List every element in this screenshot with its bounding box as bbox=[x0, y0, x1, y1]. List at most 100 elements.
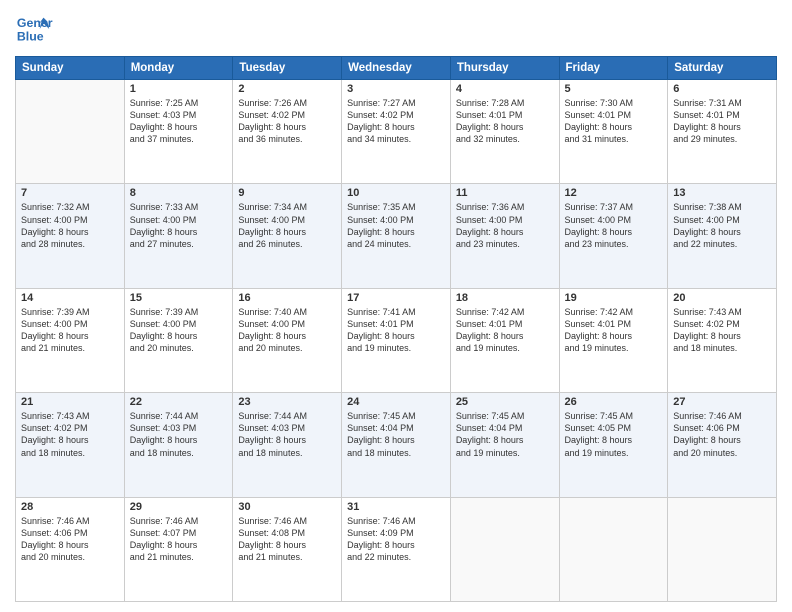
cell-info: Sunset: 4:02 PM bbox=[673, 318, 771, 330]
cell-info: Daylight: 8 hours bbox=[565, 330, 663, 342]
cell-info: Daylight: 8 hours bbox=[238, 330, 336, 342]
cell-info: and 21 minutes. bbox=[238, 551, 336, 563]
day-number: 23 bbox=[238, 396, 336, 408]
cell-info: and 19 minutes. bbox=[347, 342, 445, 354]
cell-info: Sunrise: 7:42 AM bbox=[456, 306, 554, 318]
cell-info: Sunset: 4:01 PM bbox=[565, 318, 663, 330]
cell-info: Sunset: 4:07 PM bbox=[130, 527, 228, 539]
cell-info: Daylight: 8 hours bbox=[673, 330, 771, 342]
cell-info: and 23 minutes. bbox=[456, 238, 554, 250]
cell-info: Sunset: 4:03 PM bbox=[130, 422, 228, 434]
cell-info: Sunset: 4:08 PM bbox=[238, 527, 336, 539]
cell-info: Sunrise: 7:45 AM bbox=[347, 410, 445, 422]
cell-info: Sunset: 4:02 PM bbox=[238, 109, 336, 121]
cell-info: Sunset: 4:00 PM bbox=[238, 318, 336, 330]
day-number: 14 bbox=[21, 292, 119, 304]
calendar-cell: 20Sunrise: 7:43 AMSunset: 4:02 PMDayligh… bbox=[668, 288, 777, 392]
header: General Blue bbox=[15, 10, 777, 48]
cell-info: Sunset: 4:05 PM bbox=[565, 422, 663, 434]
calendar-cell: 26Sunrise: 7:45 AMSunset: 4:05 PMDayligh… bbox=[559, 393, 668, 497]
day-number: 25 bbox=[456, 396, 554, 408]
cell-info: and 37 minutes. bbox=[130, 133, 228, 145]
cell-info: and 18 minutes. bbox=[673, 342, 771, 354]
day-number: 1 bbox=[130, 83, 228, 95]
cell-info: Sunrise: 7:33 AM bbox=[130, 201, 228, 213]
cell-info: Sunrise: 7:46 AM bbox=[238, 515, 336, 527]
calendar-cell: 31Sunrise: 7:46 AMSunset: 4:09 PMDayligh… bbox=[342, 497, 451, 601]
cell-info: Sunrise: 7:40 AM bbox=[238, 306, 336, 318]
cell-info: Sunset: 4:00 PM bbox=[130, 214, 228, 226]
calendar-cell: 2Sunrise: 7:26 AMSunset: 4:02 PMDaylight… bbox=[233, 80, 342, 184]
cell-info: Daylight: 8 hours bbox=[238, 539, 336, 551]
calendar-cell: 16Sunrise: 7:40 AMSunset: 4:00 PMDayligh… bbox=[233, 288, 342, 392]
cell-info: and 31 minutes. bbox=[565, 133, 663, 145]
cell-info: Daylight: 8 hours bbox=[456, 330, 554, 342]
cell-info: and 32 minutes. bbox=[456, 133, 554, 145]
cell-info: and 20 minutes. bbox=[673, 447, 771, 459]
cell-info: Sunrise: 7:26 AM bbox=[238, 97, 336, 109]
calendar: SundayMondayTuesdayWednesdayThursdayFrid… bbox=[15, 56, 777, 602]
day-number: 17 bbox=[347, 292, 445, 304]
calendar-cell: 27Sunrise: 7:46 AMSunset: 4:06 PMDayligh… bbox=[668, 393, 777, 497]
cell-info: and 20 minutes. bbox=[238, 342, 336, 354]
cell-info: Daylight: 8 hours bbox=[130, 434, 228, 446]
cell-info: Sunset: 4:03 PM bbox=[130, 109, 228, 121]
calendar-cell: 8Sunrise: 7:33 AMSunset: 4:00 PMDaylight… bbox=[124, 184, 233, 288]
calendar-cell: 3Sunrise: 7:27 AMSunset: 4:02 PMDaylight… bbox=[342, 80, 451, 184]
cell-info: Sunrise: 7:30 AM bbox=[565, 97, 663, 109]
cell-info: Daylight: 8 hours bbox=[673, 121, 771, 133]
cell-info: Sunset: 4:06 PM bbox=[21, 527, 119, 539]
day-number: 9 bbox=[238, 187, 336, 199]
cell-info: Sunrise: 7:31 AM bbox=[673, 97, 771, 109]
cell-info: and 18 minutes. bbox=[238, 447, 336, 459]
cell-info: Daylight: 8 hours bbox=[130, 226, 228, 238]
calendar-cell: 13Sunrise: 7:38 AMSunset: 4:00 PMDayligh… bbox=[668, 184, 777, 288]
cell-info: Daylight: 8 hours bbox=[347, 226, 445, 238]
cell-info: Sunrise: 7:38 AM bbox=[673, 201, 771, 213]
calendar-cell: 14Sunrise: 7:39 AMSunset: 4:00 PMDayligh… bbox=[16, 288, 125, 392]
cell-info: Daylight: 8 hours bbox=[238, 121, 336, 133]
cell-info: Sunset: 4:01 PM bbox=[456, 109, 554, 121]
cell-info: and 36 minutes. bbox=[238, 133, 336, 145]
day-number: 26 bbox=[565, 396, 663, 408]
cell-info: Sunrise: 7:34 AM bbox=[238, 201, 336, 213]
day-number: 21 bbox=[21, 396, 119, 408]
calendar-cell: 30Sunrise: 7:46 AMSunset: 4:08 PMDayligh… bbox=[233, 497, 342, 601]
cell-info: and 26 minutes. bbox=[238, 238, 336, 250]
cell-info: Sunset: 4:01 PM bbox=[347, 318, 445, 330]
cell-info: Sunrise: 7:32 AM bbox=[21, 201, 119, 213]
calendar-cell: 19Sunrise: 7:42 AMSunset: 4:01 PMDayligh… bbox=[559, 288, 668, 392]
cell-info: and 20 minutes. bbox=[21, 551, 119, 563]
cell-info: and 23 minutes. bbox=[565, 238, 663, 250]
logo: General Blue bbox=[15, 10, 53, 48]
cell-info: Daylight: 8 hours bbox=[238, 226, 336, 238]
cell-info: Sunrise: 7:45 AM bbox=[456, 410, 554, 422]
day-number: 13 bbox=[673, 187, 771, 199]
calendar-cell: 22Sunrise: 7:44 AMSunset: 4:03 PMDayligh… bbox=[124, 393, 233, 497]
cell-info: Sunrise: 7:45 AM bbox=[565, 410, 663, 422]
cell-info: Daylight: 8 hours bbox=[21, 539, 119, 551]
cell-info: Sunset: 4:00 PM bbox=[347, 214, 445, 226]
cell-info: Sunset: 4:02 PM bbox=[21, 422, 119, 434]
cell-info: Daylight: 8 hours bbox=[130, 121, 228, 133]
cell-info: Sunset: 4:04 PM bbox=[456, 422, 554, 434]
day-number: 5 bbox=[565, 83, 663, 95]
svg-text:Blue: Blue bbox=[17, 29, 44, 43]
cell-info: Sunset: 4:03 PM bbox=[238, 422, 336, 434]
cell-info: Sunset: 4:01 PM bbox=[673, 109, 771, 121]
cell-info: and 22 minutes. bbox=[347, 551, 445, 563]
cell-info: and 19 minutes. bbox=[565, 342, 663, 354]
calendar-cell: 15Sunrise: 7:39 AMSunset: 4:00 PMDayligh… bbox=[124, 288, 233, 392]
cell-info: and 21 minutes. bbox=[130, 551, 228, 563]
cell-info: and 18 minutes. bbox=[21, 447, 119, 459]
cell-info: Sunrise: 7:41 AM bbox=[347, 306, 445, 318]
cell-info: Sunset: 4:09 PM bbox=[347, 527, 445, 539]
calendar-cell: 6Sunrise: 7:31 AMSunset: 4:01 PMDaylight… bbox=[668, 80, 777, 184]
cell-info: Daylight: 8 hours bbox=[21, 434, 119, 446]
calendar-cell: 24Sunrise: 7:45 AMSunset: 4:04 PMDayligh… bbox=[342, 393, 451, 497]
logo-icon: General Blue bbox=[15, 10, 53, 48]
cell-info: Daylight: 8 hours bbox=[673, 434, 771, 446]
day-header-wednesday: Wednesday bbox=[342, 57, 451, 80]
cell-info: Sunrise: 7:44 AM bbox=[238, 410, 336, 422]
cell-info: Sunrise: 7:28 AM bbox=[456, 97, 554, 109]
